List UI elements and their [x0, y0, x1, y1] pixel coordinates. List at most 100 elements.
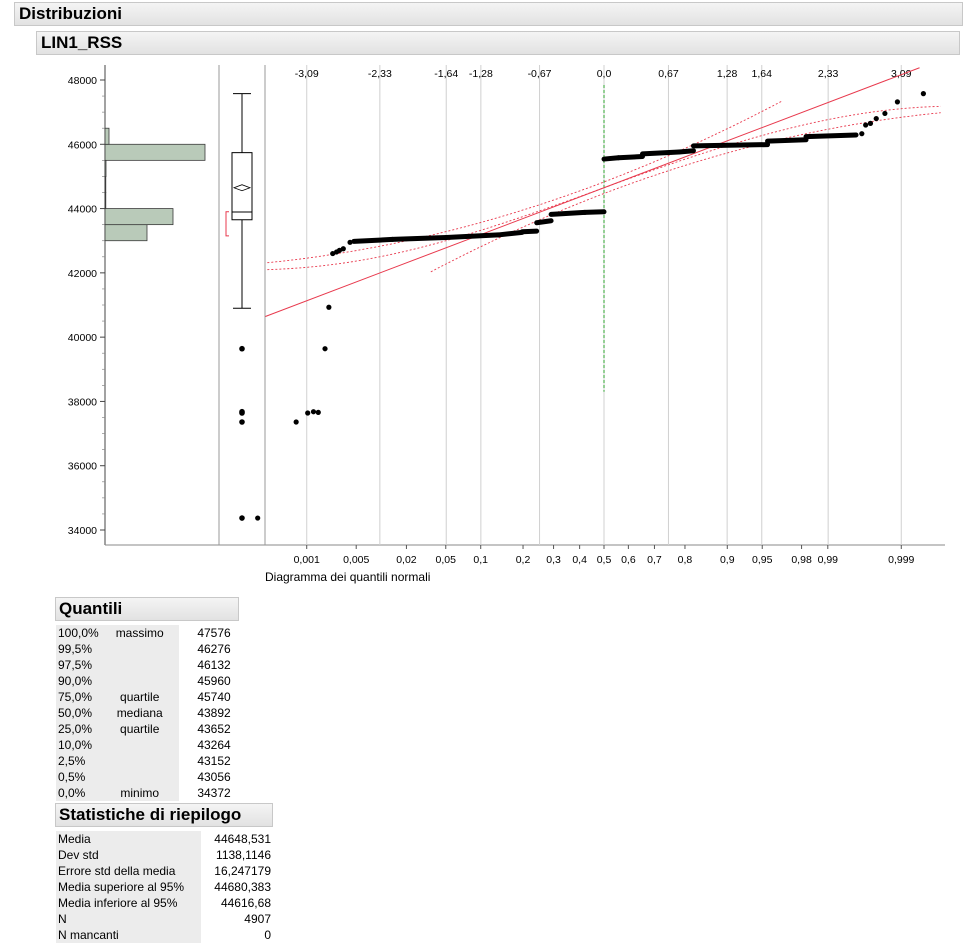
data-points-run [803, 132, 859, 140]
quantile-row: 50,0% mediana 43892 [56, 705, 233, 721]
summary-row: Dev std 1138,1146 [56, 847, 273, 863]
quantile-value: 43264 [197, 738, 231, 752]
data-point [894, 99, 901, 105]
histogram-bar [104, 176, 107, 193]
summary-label: N [56, 911, 201, 927]
quantile-row: 99,5% 46276 [56, 641, 233, 657]
data-point [326, 304, 332, 310]
data-points-run [676, 148, 696, 155]
p-tick-label: 0,1 [473, 554, 488, 566]
z-tick-label: 1,64 [752, 68, 773, 80]
confidence-band-upper [267, 100, 783, 264]
data-point [322, 346, 328, 352]
data-point [340, 246, 346, 252]
p-tick-label: 0,6 [621, 554, 636, 566]
summary-label: N mancanti [56, 927, 201, 943]
shortest-half-bracket [225, 211, 229, 237]
distribution-chart: 34000 36000 38000 40000 42000 44000 46000 48000… [68, 65, 945, 584]
summary-label: Media [56, 831, 201, 847]
outlier-point [239, 345, 245, 352]
p-tick-label: 0,9 [720, 554, 735, 566]
summary-label: Dev std [56, 847, 201, 863]
quantile-row: 97,5% 46132 [56, 657, 233, 673]
data-points-run [351, 236, 395, 244]
data-points-run [765, 137, 809, 144]
summary-label: Media inferiore al 95% [56, 895, 201, 911]
data-points-run [548, 209, 588, 217]
p-tick-label: 0,8 [678, 554, 693, 566]
box-plot [225, 93, 253, 521]
p-tick-label: 0,999 [888, 554, 914, 566]
quantile-row: 0,5% 43056 [56, 769, 233, 785]
quantile-value: 45960 [197, 674, 231, 688]
data-point [882, 110, 888, 117]
z-tick-label: 0,67 [658, 68, 679, 80]
summary-value: 44616,68 [220, 896, 271, 910]
z-tick-label: 1,28 [717, 68, 738, 80]
summary-header[interactable]: Statistiche di riepilogo [55, 803, 273, 827]
quantiles-header[interactable]: Quantili [55, 597, 239, 621]
p-tick-label: 0,4 [572, 554, 587, 566]
quantile-value: 46276 [197, 642, 231, 656]
quantile-row: 100,0% massimo 47576 [56, 625, 233, 641]
data-point [867, 120, 874, 126]
histogram-bar [104, 159, 107, 177]
quantile-percent: 100,0% [56, 625, 101, 641]
z-tick-label: -1,64 [434, 68, 458, 80]
data-points-run [582, 209, 607, 215]
section-header-distribuzioni[interactable]: Distribuzioni [14, 2, 963, 26]
normal-fit-line [265, 67, 920, 317]
data-points-run [389, 235, 449, 242]
quantile-percent: 75,0% [56, 689, 101, 705]
summary-title: Statistiche di riepilogo [59, 805, 242, 824]
y-tick-label: 34000 [68, 525, 97, 537]
y-tick-label: 38000 [68, 396, 97, 408]
quantile-label [100, 769, 179, 785]
quantile-label [100, 641, 179, 657]
quantile-percent: 0,0% [56, 785, 101, 801]
histogram-bar [104, 143, 206, 161]
data-points-run [519, 228, 540, 235]
histogram-bar [104, 224, 148, 242]
confidence-band-lower [430, 112, 941, 273]
quantiles-table: 100,0% massimo 47576 99,5% 46276 97,5% 46132 90… [56, 625, 233, 801]
p-tick-label: 0,95 [752, 554, 773, 566]
summary-row: N 4907 [56, 911, 273, 927]
quantile-value: 43892 [197, 706, 231, 720]
quantile-label: mediana [100, 705, 179, 721]
summary-row: Media 44648,531 [56, 831, 273, 847]
p-tick-label: 0,99 [818, 554, 839, 566]
quantile-row: 0,0% minimo 34372 [56, 785, 233, 801]
summary-value: 44680,383 [214, 880, 271, 894]
z-tick-label: -2,33 [368, 68, 392, 80]
quantile-percent: 99,5% [56, 641, 101, 657]
quantile-value: 43652 [197, 722, 231, 736]
p-tick-label: 0,5 [597, 554, 612, 566]
quantile-percent: 90,0% [56, 673, 101, 689]
summary-row: Media superiore al 95% 44680,383 [56, 879, 273, 895]
y-tick-label: 48000 [68, 75, 97, 87]
summary-label: Errore std della media [56, 863, 201, 879]
y-tick-label: 40000 [68, 332, 97, 344]
z-tick-label: 0,0 [597, 68, 612, 80]
outlier-point [239, 419, 245, 425]
summary-row: N mancanti 0 [56, 927, 273, 943]
section-title: Distribuzioni [19, 4, 122, 23]
quantile-label [100, 673, 179, 689]
z-tick-label: -1,28 [469, 68, 493, 80]
quantile-percent: 50,0% [56, 705, 101, 721]
x-axis-label: Diagramma dei quantili normali [265, 570, 430, 584]
z-tick-label: -0,67 [528, 68, 552, 80]
outlier-point [239, 410, 245, 416]
p-tick-label: 0,02 [396, 554, 417, 566]
quantile-label: quartile [100, 689, 179, 705]
summary-row: Media inferiore al 95% 44616,68 [56, 895, 273, 911]
quantile-value: 46132 [197, 658, 231, 672]
data-point [920, 91, 926, 97]
section-header-variable[interactable]: LIN1_RSS [36, 31, 960, 55]
p-tick-label: 0,3 [546, 554, 561, 566]
histogram-bar [104, 208, 174, 226]
histogram-bar [104, 127, 110, 145]
p-tick-label: 0,05 [436, 554, 457, 566]
p-tick-label: 0,2 [516, 554, 531, 566]
